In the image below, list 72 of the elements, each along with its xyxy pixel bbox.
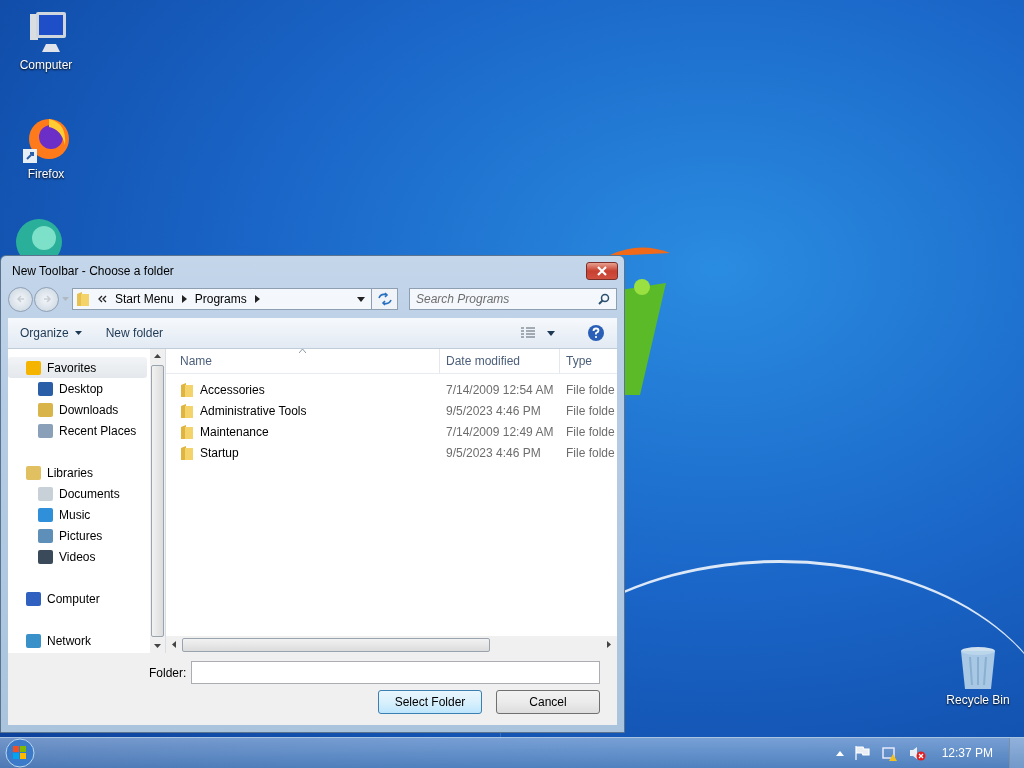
desktop-icon-label[interactable]: Recycle Bin: [946, 693, 1010, 707]
date-cell-text: 7/14/2009 12:54 AM: [445, 382, 555, 397]
horizontal-scrollbar[interactable]: [166, 636, 617, 653]
column-title: Date modified: [446, 354, 521, 368]
nav-item[interactable]: Network: [8, 630, 150, 651]
date-cell-text: 9/5/2023 4:46 PM: [445, 445, 542, 460]
chevron-icon[interactable]: [181, 295, 187, 303]
folder-icon: [180, 444, 194, 461]
vertical-scrollbar[interactable]: [150, 349, 165, 653]
folder-icon: [180, 402, 194, 419]
refresh-arrows-icon: [376, 292, 393, 306]
scroll-right-arrow-icon[interactable]: [607, 641, 611, 648]
file-name[interactable]: Startup: [200, 445, 239, 460]
flag-icon[interactable]: [853, 746, 870, 760]
double-chevron-icon: [98, 295, 107, 303]
nav-item[interactable]: Pictures: [8, 525, 150, 546]
type-cell-text: File folde: [565, 424, 616, 439]
dialog-button[interactable]: Cancel: [496, 690, 600, 714]
date-cell-text: 9/5/2023 4:46 PM: [445, 403, 542, 418]
nav-item[interactable]: Libraries: [8, 462, 150, 483]
back-arrow-icon: [15, 294, 26, 304]
nav-item[interactable]: Documents: [8, 483, 150, 504]
nav-item[interactable]: Videos: [8, 546, 150, 567]
column-header[interactable]: Name: [166, 349, 440, 373]
tray-up-arrow-icon[interactable]: [835, 750, 844, 756]
desktop-icon-label[interactable]: Firefox: [27, 167, 65, 181]
caret-icon[interactable]: [547, 330, 555, 336]
scroll-up-arrow-icon[interactable]: [154, 354, 161, 358]
speaker-muted-icon[interactable]: [907, 745, 926, 761]
column-title: Name: [180, 354, 212, 368]
search-icon: [598, 293, 610, 305]
folder-icon: [180, 423, 194, 440]
caret-icon: [74, 331, 82, 335]
window-title: New Toolbar - Choose a folder: [11, 264, 175, 278]
nav-item[interactable]: Desktop: [8, 378, 150, 399]
folder-field[interactable]: [191, 661, 600, 684]
folder-icon: [76, 291, 90, 307]
scroll-down-arrow-icon[interactable]: [154, 644, 161, 648]
new-folder-button[interactable]: New folder: [99, 322, 176, 344]
breadcrumb-item[interactable]: Programs: [194, 292, 247, 306]
date-cell-text: 7/14/2009 12:49 AM: [445, 424, 555, 439]
chevron-icon[interactable]: [254, 295, 260, 303]
search-field[interactable]: Search Programs: [409, 288, 617, 310]
nav-item[interactable]: Computer: [8, 588, 150, 609]
forward-arrow-icon: [41, 294, 52, 304]
help-icon[interactable]: [587, 324, 605, 342]
file-name[interactable]: Administrative Tools: [200, 403, 307, 418]
recycle-bin-icon[interactable]: [958, 645, 998, 691]
file-name[interactable]: Accessories: [200, 382, 265, 397]
type-cell-text: File folde: [565, 445, 616, 460]
nav-item[interactable]: Recent Places: [8, 420, 150, 441]
scroll-left-arrow-icon[interactable]: [172, 641, 176, 648]
dialog-button[interactable]: Select Folder: [378, 690, 482, 714]
column-title: Type: [566, 354, 592, 368]
column-header[interactable]: Type: [560, 349, 617, 373]
nav-item[interactable]: Downloads: [8, 399, 150, 420]
nav-item[interactable]: Favorites: [8, 357, 147, 378]
refresh-button[interactable]: [372, 288, 398, 310]
address-bar[interactable]: Start Menu Programs: [72, 288, 372, 310]
file-name[interactable]: Maintenance: [200, 424, 269, 439]
folder-label: Folder:: [149, 665, 187, 680]
type-cell-text: File folde: [565, 403, 616, 418]
close-button[interactable]: [586, 262, 618, 280]
desktop-icon-label[interactable]: Computer: [19, 58, 73, 72]
dropdown-caret-icon[interactable]: [357, 296, 365, 302]
breadcrumb-item[interactable]: Start Menu: [115, 292, 174, 306]
folder-icon: [180, 381, 194, 398]
close-icon: [596, 266, 608, 276]
column-header[interactable]: Date modified: [440, 349, 560, 373]
nav-item[interactable]: Music: [8, 504, 150, 525]
organize-button[interactable]: Organize: [14, 322, 94, 344]
type-cell-text: File folde: [565, 382, 616, 397]
